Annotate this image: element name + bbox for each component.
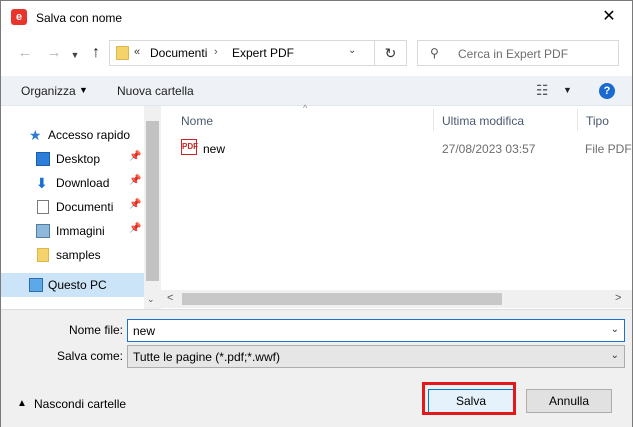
breadcrumb-expert-pdf[interactable]: Expert PDF — [232, 46, 294, 60]
desktop-icon — [36, 152, 50, 166]
filename-label: Nome file: — [68, 323, 123, 337]
scrollbar-thumb[interactable] — [182, 293, 502, 305]
sidebar-item-download[interactable]: ⬇ Download 📌 — [1, 171, 144, 195]
sidebar-item-label: Download — [56, 176, 110, 190]
sidebar-item-quick-access[interactable]: ★ Accesso rapido — [1, 123, 144, 147]
pdf-file-icon: PDF — [181, 139, 198, 155]
recent-locations-chevron-icon[interactable]: ▼ — [65, 45, 85, 65]
sidebar-item-immagini[interactable]: Immagini 📌 — [1, 219, 144, 243]
file-list-hscrollbar[interactable]: < > — [161, 290, 632, 308]
folder-icon — [116, 46, 129, 60]
savetype-select[interactable]: Tutte le pagine (*.pdf;*.wwf) ⌄ — [127, 345, 625, 368]
file-name[interactable]: new — [203, 142, 225, 156]
close-icon[interactable]: ✕ — [594, 5, 624, 29]
savetype-value[interactable]: Tutte le pagine (*.pdf;*.wwf) — [133, 350, 280, 364]
chevron-up-icon[interactable]: ▲ — [17, 398, 27, 409]
download-arrow-icon: ⬇ — [36, 175, 48, 191]
quick-access-star-icon: ★ — [29, 127, 42, 143]
refresh-icon[interactable]: ↻ — [374, 41, 406, 65]
filename-field[interactable]: new ⌄ — [127, 319, 625, 342]
sidebar-item-label: Immagini — [56, 224, 105, 238]
navigation-pane: ★ Accesso rapido Desktop 📌 ⬇ Download 📌 … — [1, 106, 161, 309]
folder-icon — [37, 248, 49, 262]
column-header-modified[interactable]: Ultima modifica — [434, 106, 577, 133]
navigation-bar: ← → ▼ ↑ « Documenti › Expert PDF ⌄ ↻ ⚲ C… — [1, 34, 632, 74]
column-header-label: Nome — [181, 114, 214, 128]
chevron-down-icon[interactable]: ▼ — [79, 85, 88, 95]
column-header-type[interactable]: Tipo — [578, 106, 632, 133]
title-bar: e Salva con nome ✕ — [1, 1, 632, 34]
sidebar-item-this-pc[interactable]: Questo PC — [1, 273, 144, 297]
filename-value[interactable]: new — [133, 324, 155, 338]
pin-icon: 📌 — [129, 175, 142, 186]
sidebar-item-label: Desktop — [56, 152, 101, 166]
save-options-panel: Nome file: new ⌄ Salva come: Tutte le pa… — [1, 309, 632, 427]
command-toolbar: Organizza ▼ Nuova cartella ☷ ▼ ? — [1, 76, 632, 106]
view-dropdown-icon[interactable]: ▼ — [563, 85, 572, 95]
breadcrumb-documenti[interactable]: Documenti — [150, 46, 207, 60]
documents-icon — [37, 200, 49, 214]
address-dropdown-icon[interactable]: ⌄ — [348, 45, 356, 56]
sidebar-item-label: Questo PC — [48, 278, 107, 292]
help-icon[interactable]: ? — [599, 83, 615, 99]
forward-arrow-icon[interactable]: → — [44, 43, 64, 63]
search-input[interactable]: Cerca in Expert PDF — [458, 47, 568, 61]
column-header-name[interactable]: Nome — [161, 106, 433, 133]
scroll-right-icon[interactable]: > — [615, 292, 621, 304]
hide-folders-label[interactable]: Nascondi cartelle — [34, 397, 126, 411]
breadcrumb-overflow-icon[interactable]: « — [134, 46, 140, 58]
sidebar-item-desktop[interactable]: Desktop 📌 — [1, 147, 144, 171]
sidebar-item-label: samples — [56, 248, 101, 262]
sidebar-item-samples[interactable]: samples — [1, 243, 144, 267]
window-title: Salva con nome — [36, 11, 123, 25]
file-modified-date: 27/08/2023 03:57 — [442, 142, 536, 156]
highlight-annotation-box — [422, 382, 516, 415]
cancel-button[interactable]: Annulla — [526, 389, 612, 413]
pin-icon: 📌 — [129, 199, 142, 210]
savetype-label: Salva come: — [56, 349, 123, 363]
breadcrumb-separator-icon[interactable]: › — [214, 46, 218, 58]
scroll-left-icon[interactable]: < — [167, 292, 173, 304]
address-bar[interactable]: « Documenti › Expert PDF ⌄ ↻ — [109, 40, 407, 66]
pin-icon: 📌 — [129, 151, 142, 162]
sidebar-item-documenti[interactable]: Documenti 📌 — [1, 195, 144, 219]
column-header-label: Tipo — [586, 114, 609, 128]
search-box[interactable]: ⚲ Cerca in Expert PDF — [417, 40, 619, 66]
scroll-down-icon[interactable]: ⌄ — [147, 294, 155, 305]
pin-icon: 📌 — [129, 223, 142, 234]
search-icon: ⚲ — [430, 46, 439, 60]
back-arrow-icon[interactable]: ← — [15, 43, 35, 63]
table-row[interactable]: PDF new 27/08/2023 03:57 File PDF — [161, 137, 632, 159]
view-options-icon[interactable]: ☷ — [536, 82, 549, 99]
new-folder-button[interactable]: Nuova cartella — [117, 84, 194, 98]
column-header-label: Ultima modifica — [442, 114, 525, 128]
sidebar-item-label: Documenti — [56, 200, 114, 214]
this-pc-icon — [29, 278, 43, 292]
pictures-icon — [36, 224, 50, 238]
file-type: File PDF — [585, 142, 632, 156]
organize-button[interactable]: Organizza — [21, 84, 76, 98]
file-list: ^ Nome Ultima modifica Tipo PDF new 27/0… — [161, 103, 632, 309]
sidebar-item-label: Accesso rapido — [48, 128, 131, 142]
chevron-down-icon[interactable]: ⌄ — [611, 350, 619, 361]
save-as-dialog: e Salva con nome ✕ ← → ▼ ↑ « Documenti ›… — [0, 0, 633, 427]
chevron-down-icon[interactable]: ⌄ — [611, 324, 619, 335]
scrollbar-thumb[interactable] — [146, 121, 159, 281]
sidebar-scrollbar[interactable]: ⌄ — [144, 106, 161, 309]
app-icon: e — [11, 9, 27, 25]
up-arrow-icon[interactable]: ↑ — [86, 43, 106, 63]
